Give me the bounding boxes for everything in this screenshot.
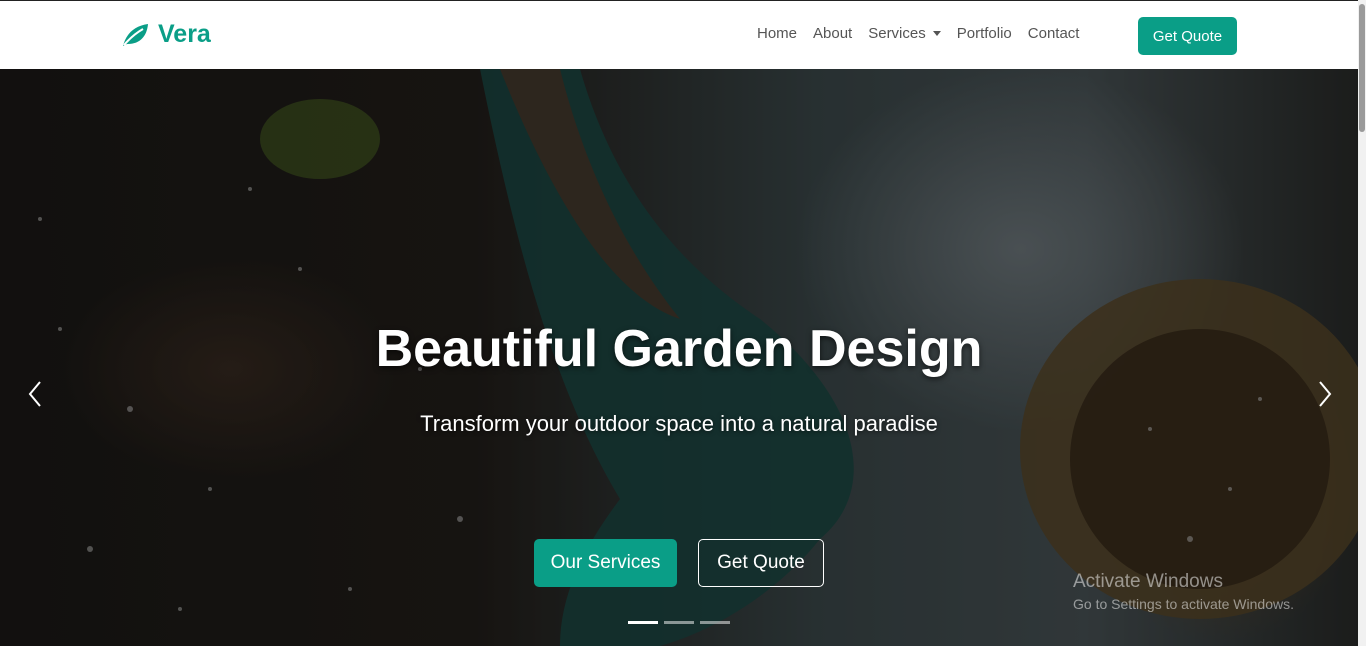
carousel-indicator[interactable]	[664, 621, 694, 624]
brand[interactable]: Vera	[120, 20, 211, 49]
page-scrollbar[interactable]	[1358, 0, 1366, 646]
get-quote-hero-button[interactable]: Get Quote	[698, 539, 824, 587]
hero-subtitle: Transform your outdoor space into a natu…	[420, 411, 938, 436]
leaf-icon	[123, 23, 148, 46]
hero-carousel: Beautiful Garden Design Transform your o…	[0, 69, 1358, 646]
nav-services-label: Services	[868, 25, 926, 42]
chevron-right-icon[interactable]	[1315, 379, 1335, 409]
nav-contact[interactable]: Contact	[1028, 25, 1080, 42]
activate-windows-watermark: Activate Windows Go to Settings to activ…	[1073, 571, 1294, 612]
navbar: Vera Home About Services Portfolio Conta…	[0, 0, 1358, 69]
page: Vera Home About Services Portfolio Conta…	[0, 0, 1366, 646]
watermark-subtitle: Go to Settings to activate Windows.	[1073, 596, 1294, 612]
carousel-indicators	[628, 621, 730, 624]
nav-links: Home About Services Portfolio Contact	[757, 25, 1095, 42]
hero-title: Beautiful Garden Design	[375, 320, 983, 378]
nav-home[interactable]: Home	[757, 25, 797, 42]
nav-about[interactable]: About	[813, 25, 852, 42]
carousel-indicator[interactable]	[700, 621, 730, 624]
watermark-title: Activate Windows	[1073, 571, 1223, 592]
caret-down-icon	[932, 31, 941, 36]
carousel-indicator[interactable]	[628, 621, 658, 624]
brand-name: Vera	[158, 20, 211, 48]
our-services-button[interactable]: Our Services	[534, 539, 677, 587]
nav-portfolio[interactable]: Portfolio	[957, 25, 1012, 42]
scrollbar-thumb[interactable]	[1359, 4, 1365, 132]
get-quote-nav-button[interactable]: Get Quote	[1138, 17, 1237, 55]
nav-services[interactable]: Services	[868, 25, 941, 42]
chevron-left-icon[interactable]	[25, 379, 45, 409]
